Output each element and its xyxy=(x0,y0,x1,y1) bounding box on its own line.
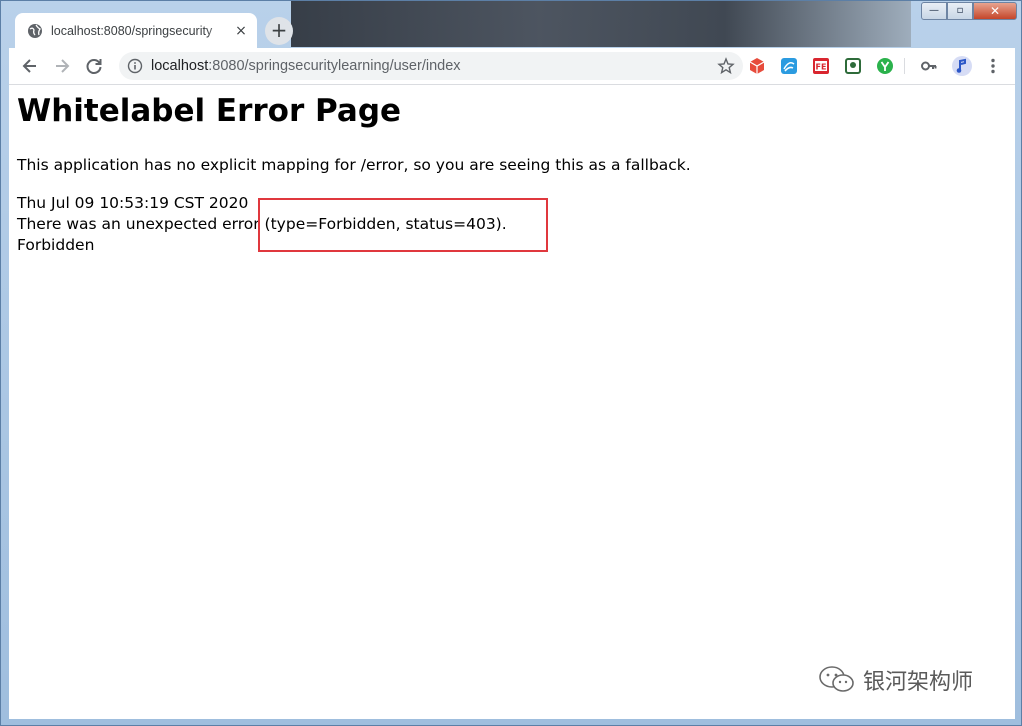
cube-extension-icon[interactable] xyxy=(747,56,767,76)
url-path: :8080/springsecuritylearning/user/index xyxy=(208,58,461,74)
page-title: Whitelabel Error Page xyxy=(17,93,402,129)
url-text[interactable]: localhost:8080/springsecuritylearning/us… xyxy=(151,58,461,74)
browser-window: localhost:8080/springsecurity × + — ▫ ✕ xyxy=(0,0,1022,726)
tab-title: localhost:8080/springsecurity xyxy=(51,24,213,38)
info-icon[interactable] xyxy=(127,58,143,74)
error-detail: Forbidden xyxy=(17,236,95,254)
key-icon[interactable] xyxy=(919,56,939,76)
svg-text:FE: FE xyxy=(816,63,827,72)
minimize-button[interactable]: — xyxy=(921,2,947,20)
toolbar-separator xyxy=(904,58,905,74)
y-extension-icon[interactable] xyxy=(875,56,895,76)
globe-icon xyxy=(28,24,42,38)
tab-strip: localhost:8080/springsecurity × + — ▫ ✕ xyxy=(1,1,1022,49)
fallback-message: This application has no explicit mapping… xyxy=(17,156,691,174)
back-arrow-icon[interactable] xyxy=(19,55,41,77)
watermark-text: 银河架构师 xyxy=(863,670,974,695)
window-controls: — ▫ ✕ xyxy=(921,2,1017,20)
star-icon[interactable] xyxy=(717,57,735,75)
maximize-button[interactable]: ▫ xyxy=(947,2,973,20)
forward-arrow-icon[interactable] xyxy=(51,55,73,77)
browser-toolbar: localhost:8080/springsecuritylearning/us… xyxy=(9,48,1015,85)
page-content: Whitelabel Error Page This application h… xyxy=(9,85,1015,719)
frame-extension-icon[interactable] xyxy=(843,56,863,76)
tab-close-icon[interactable]: × xyxy=(233,23,249,39)
reload-icon[interactable] xyxy=(83,55,105,77)
address-bar[interactable]: localhost:8080/springsecuritylearning/us… xyxy=(119,52,743,80)
error-timestamp: Thu Jul 09 10:53:19 CST 2020 xyxy=(17,194,249,212)
highlight-box xyxy=(258,198,548,252)
menu-dots-icon[interactable] xyxy=(983,56,1003,76)
new-tab-button[interactable]: + xyxy=(265,17,293,45)
profile-avatar-icon[interactable] xyxy=(951,55,973,77)
wechat-icon xyxy=(819,666,854,692)
url-host: localhost xyxy=(151,58,209,74)
close-window-button[interactable]: ✕ xyxy=(973,2,1017,20)
chat-extension-icon[interactable] xyxy=(779,56,799,76)
fe-extension-icon[interactable]: FE xyxy=(811,56,831,76)
tab-active[interactable]: localhost:8080/springsecurity × xyxy=(15,13,257,49)
watermark: 银河架构师 xyxy=(817,663,973,697)
